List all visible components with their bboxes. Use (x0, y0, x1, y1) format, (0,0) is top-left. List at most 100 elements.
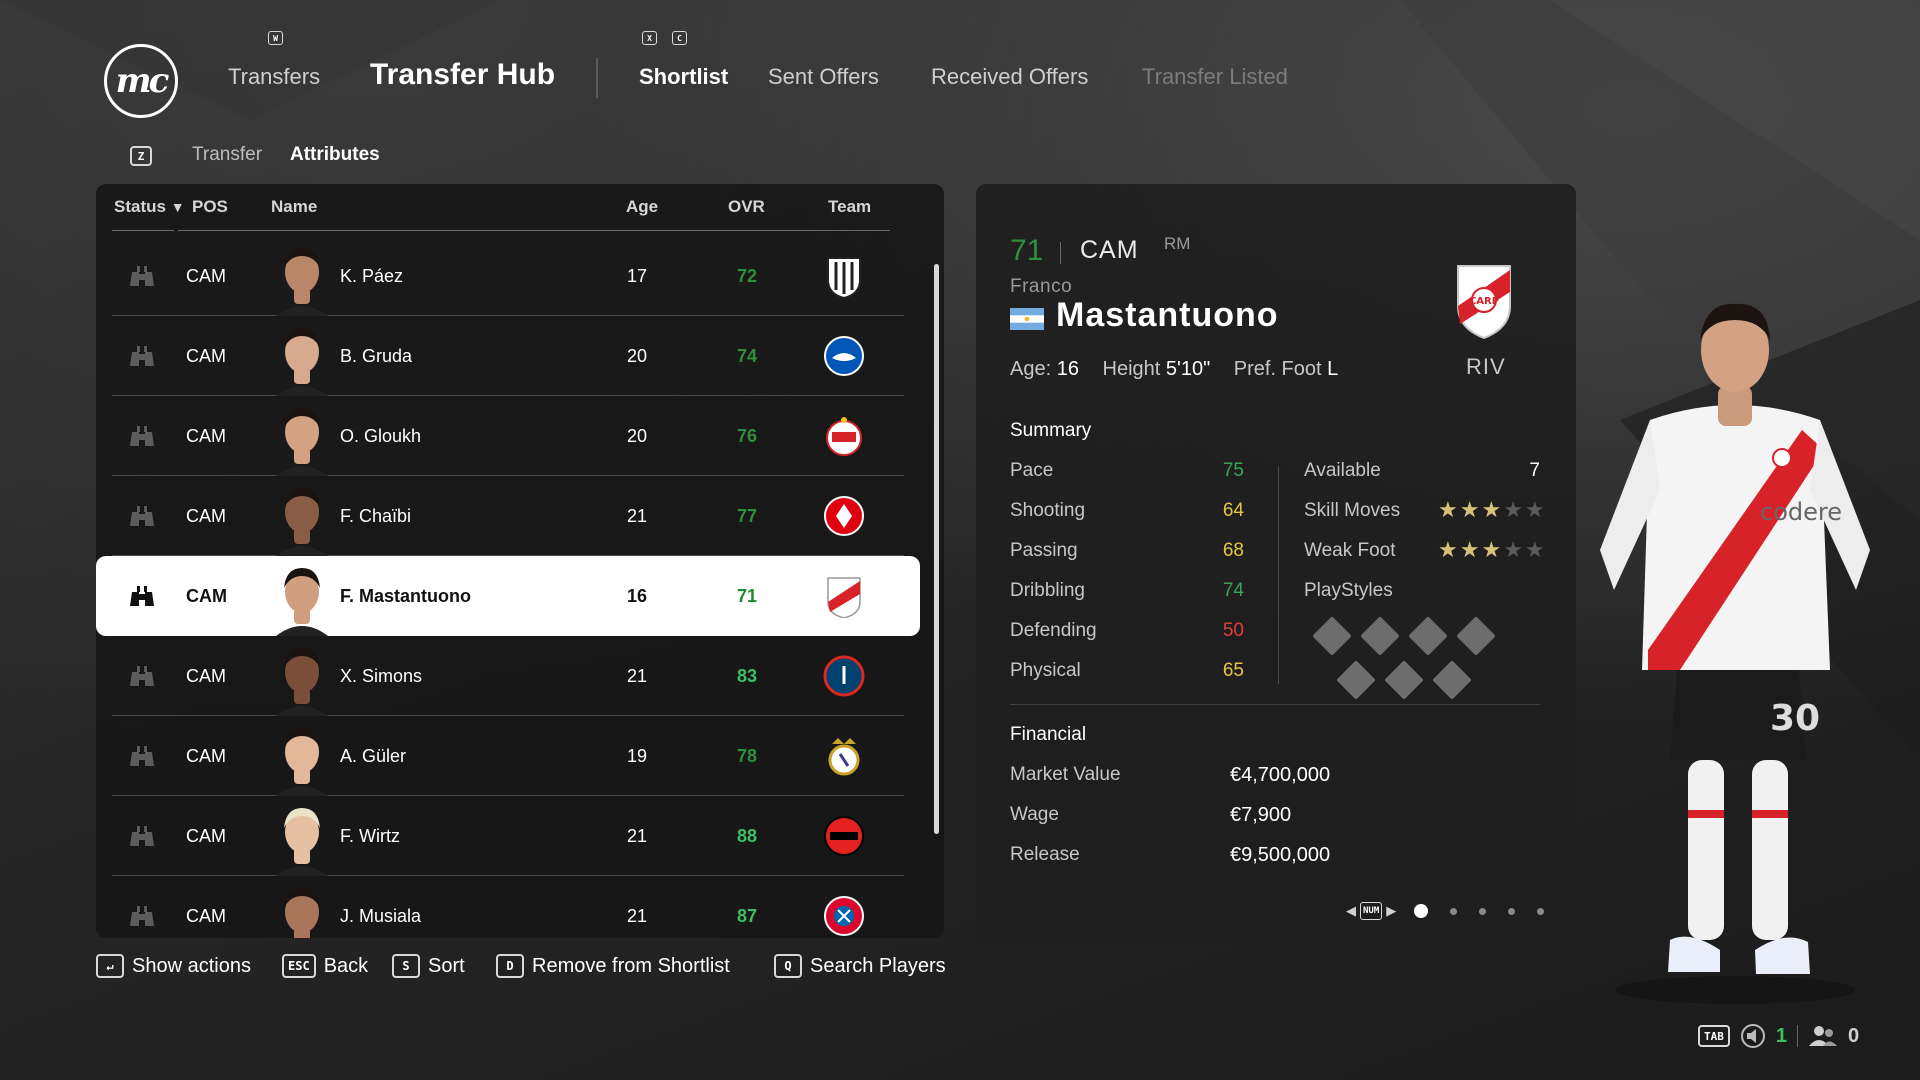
column-divider (1278, 466, 1279, 684)
financial-value: €9,500,000 (1230, 844, 1331, 866)
player-first-name: Franco (1010, 276, 1073, 297)
player-name: F. Chaïbi (340, 505, 412, 526)
playstyle-slot-icon[interactable] (1408, 616, 1448, 656)
status-bar: TAB 1 0 (1698, 1024, 1859, 1048)
player-name: A. Güler (340, 745, 407, 766)
player-headshot-icon (272, 476, 332, 556)
playstyle-slot-icon[interactable] (1384, 660, 1424, 700)
page-indicator[interactable]: ◀ NUM ▶ (1346, 902, 1545, 920)
search-players-button[interactable]: Q Search Players (774, 954, 946, 978)
player-last-name: Mastantuono (1056, 296, 1279, 334)
users-count: 0 (1848, 1024, 1860, 1047)
column-ovr[interactable]: OVR (728, 197, 765, 217)
chevron-left-icon[interactable]: ◀ (1346, 903, 1356, 919)
player-ovr: 87 (736, 905, 758, 926)
stat-value: 68 (1222, 540, 1244, 561)
frankfurt-crest-icon (820, 476, 868, 556)
brighton-crest-icon (820, 316, 868, 396)
sort-desc-icon: ▼ (170, 199, 185, 215)
key-hint-x: X (642, 31, 657, 45)
player-ovr: 88 (736, 825, 758, 846)
foot-value: L (1327, 358, 1339, 380)
header-divider (178, 230, 890, 231)
star-icon: ★ (1524, 497, 1547, 522)
column-team[interactable]: Team (828, 197, 871, 217)
player-age: 19 (626, 745, 648, 766)
tab-shortlist[interactable]: Shortlist (639, 64, 728, 90)
page-dot[interactable] (1450, 907, 1458, 915)
playstyle-slot-icon[interactable] (1432, 660, 1472, 700)
player-position: CAM (186, 905, 226, 926)
column-age[interactable]: Age (626, 197, 658, 217)
chevron-right-icon[interactable]: ▶ (1386, 903, 1396, 919)
argentina-flag-icon (1010, 308, 1044, 330)
binoculars-icon (124, 476, 160, 556)
page-dot[interactable] (1508, 907, 1516, 915)
player-detail-panel: 71 CAM RM Franco Mastantuono Age: 16 Hei… (976, 184, 1576, 944)
weak-foot-stars: ★★★★★ (1438, 537, 1547, 563)
table-row[interactable]: CAM K. Páez 17 72 (112, 236, 904, 316)
binoculars-icon (124, 796, 160, 876)
player-position: CAM (186, 665, 226, 686)
career-mode-logo: mc (104, 44, 178, 118)
voice-chat-icon[interactable] (1740, 1024, 1766, 1048)
column-status[interactable]: Status ▼ (114, 197, 185, 217)
star-icon: ★ (1524, 537, 1547, 562)
player-name: B. Gruda (340, 345, 413, 366)
tab-received-offers[interactable]: Received Offers (931, 64, 1088, 90)
table-row[interactable]: CAM F. Wirtz 21 88 (112, 796, 904, 876)
key-hint-z: Z (130, 146, 152, 166)
club-abbreviation: RIV (1466, 354, 1506, 379)
key-hint-d: D (496, 954, 524, 978)
page-dot[interactable] (1414, 904, 1429, 918)
remove-from-shortlist-label: Remove from Shortlist (532, 954, 730, 977)
page-dot[interactable] (1537, 907, 1545, 915)
playstyle-slot-icon[interactable] (1360, 616, 1400, 656)
tab-transfer-listed[interactable]: Transfer Listed (1142, 64, 1288, 90)
star-icon: ★ (1503, 497, 1525, 522)
playstyle-slot-icon[interactable] (1336, 660, 1376, 700)
users-icon[interactable] (1808, 1024, 1838, 1048)
player-age: 21 (626, 905, 648, 926)
player-ovr: 74 (736, 345, 758, 366)
table-row[interactable]: CAM A. Güler 19 78 (112, 716, 904, 796)
leverkusen-crest-icon (820, 796, 868, 876)
back-button[interactable]: ESC Back (282, 954, 368, 978)
table-row[interactable]: CAM X. Simons 21 83 (112, 636, 904, 716)
show-actions-button[interactable]: ↵ Show actions (96, 954, 251, 978)
playstyle-slot-icon[interactable] (1456, 616, 1496, 656)
table-row[interactable]: CAM F. Chaïbi 21 77 (112, 476, 904, 556)
salzburg-crest-icon (820, 396, 868, 476)
nav-transfers[interactable]: Transfers (228, 64, 320, 90)
column-name[interactable]: Name (271, 197, 317, 217)
financial-title: Financial (1010, 724, 1087, 745)
player-headshot-icon (272, 236, 332, 316)
table-row[interactable]: CAM F. Mastantuono 16 71 (96, 556, 920, 636)
table-row[interactable]: CAM B. Gruda 20 74 (112, 316, 904, 396)
player-ovr: 72 (736, 265, 758, 286)
binoculars-icon (124, 556, 160, 636)
column-pos[interactable]: POS (192, 197, 228, 217)
tab-sent-offers[interactable]: Sent Offers (768, 64, 879, 90)
stat-value: 64 (1222, 500, 1244, 521)
subtab-attributes[interactable]: Attributes (290, 144, 380, 166)
playstyles-grid (1312, 616, 1512, 706)
subtab-transfer[interactable]: Transfer (192, 144, 262, 166)
page-dot[interactable] (1479, 907, 1487, 915)
stat-label: Physical (1010, 660, 1081, 681)
weak-foot-label: Weak Foot (1304, 540, 1396, 561)
real-madrid-crest-icon (820, 716, 868, 796)
playstyle-slot-icon[interactable] (1312, 616, 1352, 656)
available-value: 7 (1529, 460, 1540, 481)
table-row[interactable]: CAM J. Musiala 21 87 (112, 876, 904, 938)
skill-moves-label: Skill Moves (1304, 500, 1401, 521)
remove-from-shortlist-button[interactable]: D Remove from Shortlist (496, 954, 730, 978)
divider (1060, 242, 1061, 264)
sort-button[interactable]: S Sort (392, 954, 465, 978)
river-plate-crest-icon: CARP (1457, 265, 1511, 340)
player-position: CAM (186, 505, 226, 526)
table-row[interactable]: CAM O. Gloukh 20 76 (112, 396, 904, 476)
river-plate-crest-icon (820, 556, 868, 636)
stat-value: 65 (1222, 660, 1244, 681)
scrollbar-thumb[interactable] (934, 264, 939, 834)
